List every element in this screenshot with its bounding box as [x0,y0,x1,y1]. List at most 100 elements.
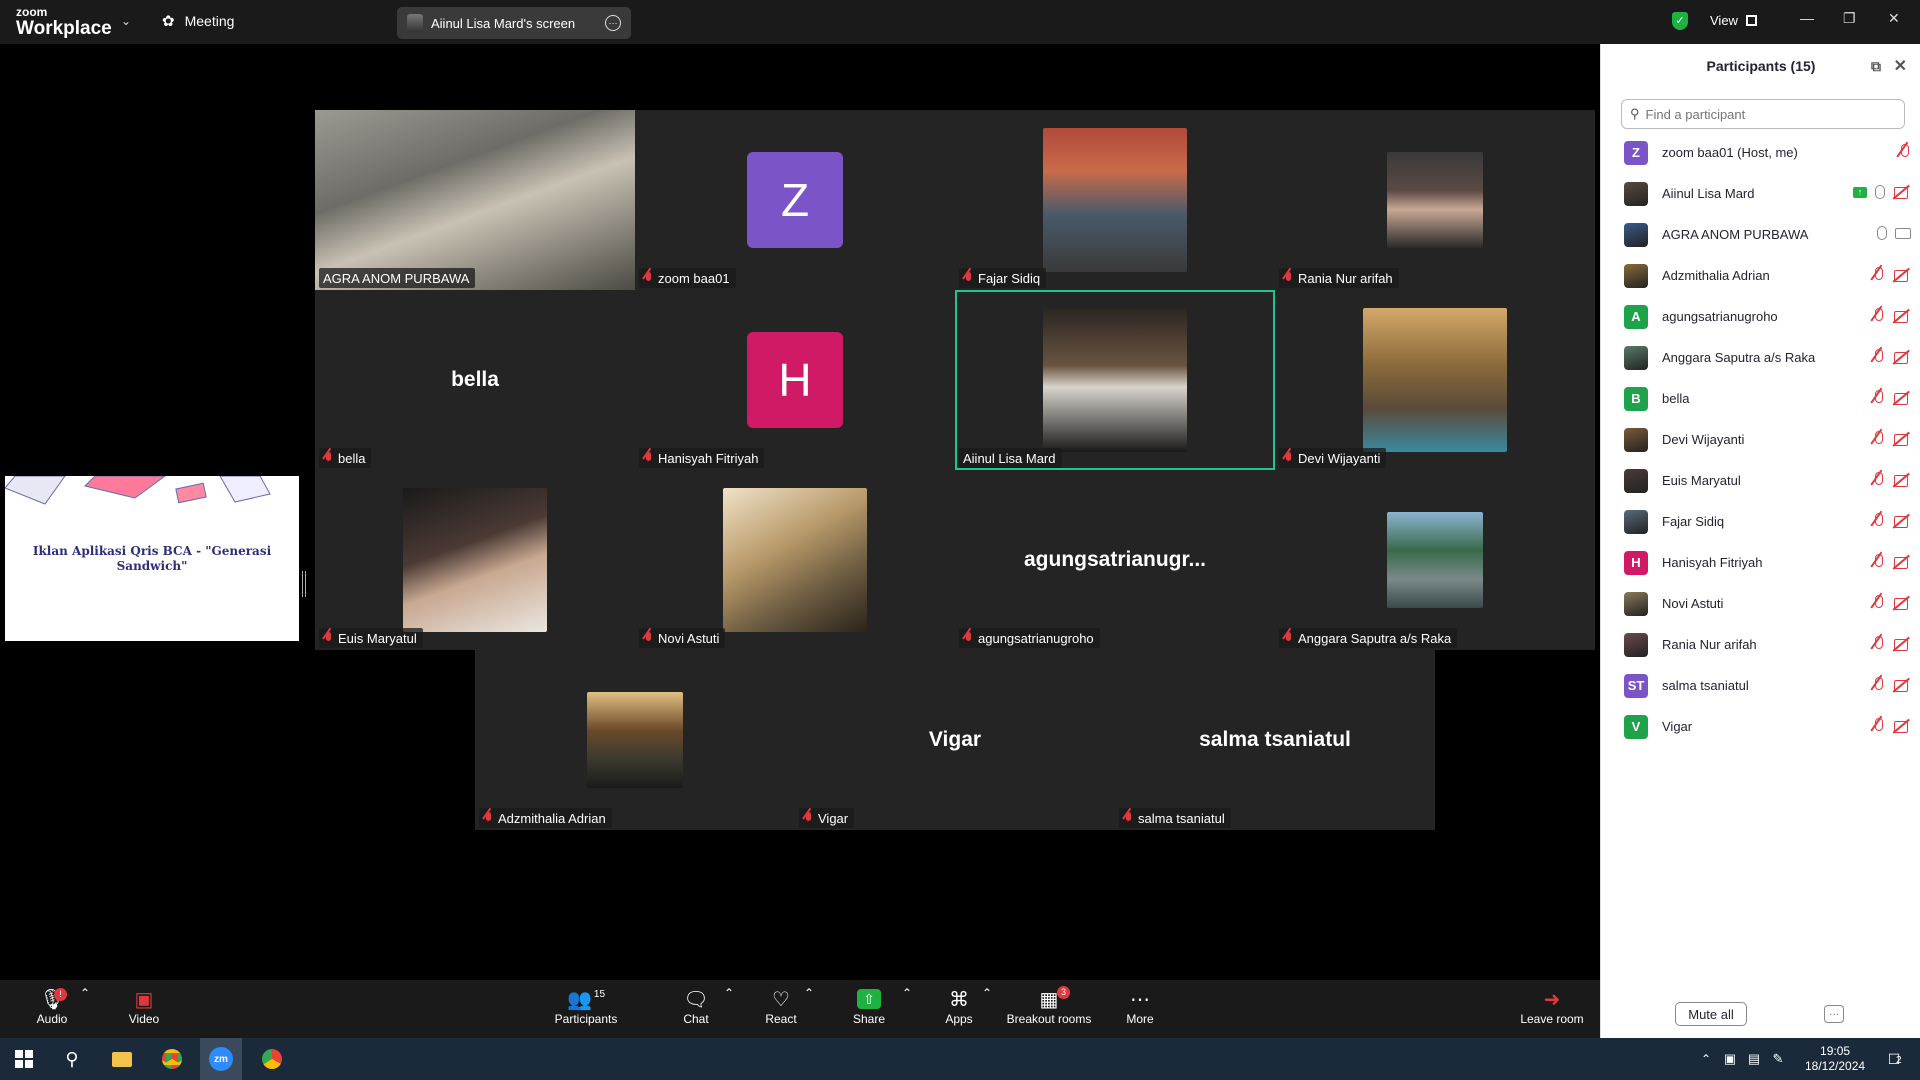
camera-off-icon [1893,678,1911,692]
participant-name-label: Vigar [799,808,855,828]
participant-search-input[interactable] [1645,106,1886,122]
meeting-label: Meeting [184,13,235,29]
audio-options-caret[interactable]: ⌃ [80,986,90,1000]
encryption-shield-icon[interactable]: ✓ [1672,12,1688,30]
chat-button[interactable]: 🗨 Chat [680,986,712,1027]
participant-row-hanisyah-fitriyah[interactable]: H Hanisyah Fitriyah [1601,542,1920,583]
meeting-button[interactable]: ✿ Meeting [162,12,234,30]
participant-name: zoom baa01 [658,270,730,286]
participant-row-anggara-saputra-a-s-raka[interactable]: Anggara Saputra a/s Raka [1601,337,1920,378]
file-explorer-icon[interactable] [108,1045,136,1073]
video-tile-devi-wijayanti[interactable]: Devi Wijayanti [1275,290,1595,470]
pop-out-icon[interactable]: ⧉ [1871,58,1881,75]
share-options-caret[interactable]: ⌃ [902,986,912,1000]
chrome-icon[interactable] [158,1045,186,1073]
participants-label: Participants [554,1012,618,1026]
participant-row-vigar[interactable]: V Vigar [1601,706,1920,747]
video-tile-agungsatrianugroho[interactable]: agungsatrianugr... agungsatrianugroho [955,470,1275,650]
participant-status-icons [1871,431,1911,447]
chevron-down-icon[interactable]: ⌄ [121,14,131,28]
search-taskbar-icon[interactable]: ⚲ [58,1045,86,1073]
screen-share-indicator[interactable]: Aiinul Lisa Mard's screen ··· [397,7,631,39]
participant-name: agungsatrianugroho [978,630,1094,646]
react-button[interactable]: ♡ React [764,986,798,1027]
video-tile-anggara-saputra-a-s-raka[interactable]: Anggara Saputra a/s Raka [1275,470,1595,650]
mic-muted-icon [1871,349,1885,365]
participant-status-icons [1877,226,1911,240]
video-tile-zoom-baa01[interactable]: Zzoom baa01 [635,110,955,290]
participant-row-adzmithalia-adrian[interactable]: Adzmithalia Adrian [1601,255,1920,296]
participant-row-agra-anom-purbawa[interactable]: AGRA ANOM PURBAWA [1601,214,1920,255]
chrome-profile-icon[interactable] [258,1045,286,1073]
windows-start-icon[interactable] [10,1045,38,1073]
video-tile-euis-maryatul[interactable]: Euis Maryatul [315,470,635,650]
video-tile-rania-nur-arifah[interactable]: Rania Nur arifah [1275,110,1595,290]
participant-row-euis-maryatul[interactable]: Euis Maryatul [1601,460,1920,501]
video-tile-agra-anom-purbawa[interactable]: AGRA ANOM PURBAWA [315,110,635,290]
restore-icon[interactable]: ❐ [1843,10,1856,27]
participant-row-agungsatrianugroho[interactable]: Aagungsatrianugroho [1601,296,1920,337]
participant-row-aiinul-lisa-mard[interactable]: Aiinul Lisa Mard ↑ [1601,173,1920,214]
participants-panel-header: Participants (15) ⧉ ✕ [1601,44,1920,88]
minimize-icon[interactable]: — [1800,10,1814,26]
close-window-icon[interactable]: ✕ [1888,10,1900,27]
video-button[interactable]: ▣ Video [124,986,164,1027]
share-button[interactable]: ⇧ Share [852,986,886,1026]
participant-row-rania-nur-arifah[interactable]: Rania Nur arifah [1601,624,1920,665]
view-button[interactable]: View [1710,13,1757,28]
apps-options-caret[interactable]: ⌃ [982,986,992,1000]
participant-name-label: bella [319,448,372,468]
participant-row-zoom-baa01-host-me[interactable]: Zzoom baa01 (Host, me) [1601,132,1920,173]
apps-button[interactable]: ⌘ Apps [944,986,974,1027]
video-tile-hanisyah-fitriyah[interactable]: H Hanisyah Fitriyah [635,290,955,470]
zoom-taskbar-icon[interactable]: zm [200,1038,242,1080]
meeting-toolbar: 🎙 Audio ! ⌃ ▣ Video 👥 15 Participants 🗨 C… [0,980,1600,1038]
taskbar-clock[interactable]: 19:05 18/12/2024 [1805,1044,1865,1074]
participant-name: salma tsaniatul [1138,810,1225,826]
video-tile-vigar[interactable]: Vigar Vigar [795,650,1115,830]
participant-row-bella[interactable]: Bbella [1601,378,1920,419]
video-tile-bella[interactable]: bella bella [315,290,635,470]
close-panel-icon[interactable]: ✕ [1894,56,1907,76]
video-tile-aiinul-lisa-mard[interactable]: Aiinul Lisa Mard [955,290,1275,470]
video-tile-salma-tsaniatul[interactable]: salma tsaniatul salma tsaniatul [1115,650,1435,830]
windows-taskbar: ⚲ zm ⌃ ▣ ▤ ✎ 19:05 18/12/2024 ☐ 2 [0,1038,1920,1080]
participants-button[interactable]: 👥 15 Participants [552,986,620,1027]
participant-row-devi-wijayanti[interactable]: Devi Wijayanti [1601,419,1920,460]
notification-icon[interactable]: ☐ 2 [1880,1045,1908,1073]
video-tile-adzmithalia-adrian[interactable]: Adzmithalia Adrian [475,650,795,830]
share-icon: ⇧ [857,989,881,1009]
participant-row-salma-tsaniatul[interactable]: ST salma tsaniatul [1601,665,1920,706]
participant-row-novi-astuti[interactable]: Novi Astuti [1601,583,1920,624]
magnifier-icon: ⚲ [65,1048,79,1069]
audio-button[interactable]: 🎙 Audio ! [32,986,72,1026]
more-options-icon[interactable]: ··· [605,15,621,31]
zoom-logo[interactable]: zoom Workplace [16,6,112,38]
participant-name-label: agungsatrianugroho [959,628,1100,648]
chat-options-caret[interactable]: ⌃ [724,986,734,1000]
panel-more-icon[interactable]: ··· [1824,1005,1844,1023]
shared-screen-thumbnail[interactable]: Iklan Aplikasi Qris BCA - "Generasi Sand… [5,476,299,641]
leave-room-label: Leave room [1520,1012,1584,1026]
leave-room-button[interactable]: ➜ Leave room [1520,986,1584,1027]
participant-search-box[interactable]: ⚲ [1621,99,1905,129]
tray-pen-icon[interactable]: ✎ [1764,1045,1792,1073]
share-label: Share [852,1012,886,1026]
react-options-caret[interactable]: ⌃ [804,986,814,1000]
participants-panel-title: Participants (15) [1706,58,1816,74]
more-button[interactable]: ⋯ More [1124,986,1156,1027]
participant-list-name: bella [1662,391,1690,406]
participant-avatar: A [1624,304,1648,329]
participant-avatar [1624,468,1648,493]
video-tile-fajar-sidiq[interactable]: Fajar Sidiq [955,110,1275,290]
video-tile-novi-astuti[interactable]: Novi Astuti [635,470,955,650]
splitter-handle[interactable] [302,571,306,597]
participant-name: bella [338,450,366,466]
participant-row-fajar-sidiq[interactable]: Fajar Sidiq [1601,501,1920,542]
mute-all-button[interactable]: Mute all [1675,1002,1747,1026]
paw-icon: ✿ [162,13,175,30]
mic-muted-icon [643,271,653,285]
chrome-logo-icon [162,1049,182,1069]
participant-list-name: zoom baa01 (Host, me) [1662,145,1798,160]
breakout-rooms-button[interactable]: ▦ Breakout rooms 3 [1005,986,1093,1026]
